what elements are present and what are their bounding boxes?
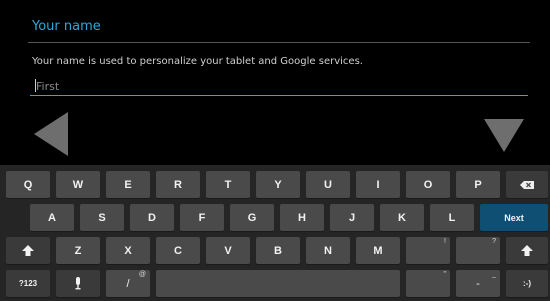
apostrophe-key-hint: " [443, 271, 447, 278]
left-triangle-arrow-icon [34, 112, 68, 156]
key-e[interactable]: E [106, 171, 150, 198]
key-i[interactable]: I [356, 171, 400, 198]
first-name-field[interactable] [30, 76, 528, 96]
field-underline [30, 95, 528, 96]
smiley-key[interactable]: :-) [506, 270, 548, 297]
space-bar[interactable] [156, 270, 400, 297]
key-a[interactable]: A [30, 204, 74, 231]
setup-panel: Your name Your name is used to personali… [0, 0, 550, 165]
symbols-key[interactable]: ?123 [6, 270, 50, 297]
key-s[interactable]: S [80, 204, 124, 231]
shift-key-right[interactable] [506, 237, 548, 264]
next-key[interactable]: Next [480, 204, 548, 231]
key-l[interactable]: L [430, 204, 474, 231]
key-r[interactable]: R [156, 171, 200, 198]
comma-key-hint: ! [444, 238, 446, 245]
slash-key-hint: @ [138, 271, 146, 278]
shift-up-arrow-icon [22, 245, 34, 256]
apostrophe-key[interactable]: " [406, 270, 450, 297]
key-n[interactable]: N [306, 237, 350, 264]
page-title: Your name [32, 19, 101, 34]
key-p[interactable]: P [456, 171, 500, 198]
key-w[interactable]: W [56, 171, 100, 198]
key-c[interactable]: C [156, 237, 200, 264]
hide-keyboard-button[interactable] [482, 117, 526, 153]
down-triangle-arrow-icon [484, 119, 524, 152]
key-q[interactable]: Q [6, 171, 50, 198]
comma-key[interactable]: ! [406, 237, 450, 264]
delete-key[interactable] [506, 171, 548, 198]
key-g[interactable]: G [230, 204, 274, 231]
shift-key-left[interactable] [6, 237, 50, 264]
key-t[interactable]: T [206, 171, 250, 198]
microphone-icon [75, 277, 81, 290]
backspace-icon [520, 180, 534, 189]
key-k[interactable]: K [380, 204, 424, 231]
voice-input-key[interactable] [56, 270, 100, 297]
on-screen-keyboard: Q W E R T Y U I O P A S D F G H J K L Ne… [0, 165, 550, 301]
dash-key[interactable]: - _ [456, 270, 500, 297]
key-x[interactable]: X [106, 237, 150, 264]
key-v[interactable]: V [206, 237, 250, 264]
slash-key[interactable]: / @ [106, 270, 150, 297]
key-f[interactable]: F [180, 204, 224, 231]
text-caret [35, 79, 36, 92]
title-divider [28, 42, 530, 43]
key-h[interactable]: H [280, 204, 324, 231]
first-name-input[interactable] [36, 79, 336, 93]
key-b[interactable]: B [256, 237, 300, 264]
back-button[interactable] [30, 112, 70, 156]
period-key-hint: ? [492, 238, 496, 245]
dash-key-hint: _ [492, 271, 496, 278]
key-o[interactable]: O [406, 171, 450, 198]
key-z[interactable]: Z [56, 237, 100, 264]
dash-key-label: - [476, 277, 480, 290]
key-u[interactable]: U [306, 171, 350, 198]
key-m[interactable]: M [356, 237, 400, 264]
key-y[interactable]: Y [256, 171, 300, 198]
key-j[interactable]: J [330, 204, 374, 231]
period-key[interactable]: ? [456, 237, 500, 264]
key-d[interactable]: D [130, 204, 174, 231]
description-text: Your name is used to personalize your ta… [32, 56, 363, 67]
slash-key-label: / [126, 277, 130, 290]
shift-up-arrow-icon [521, 245, 533, 256]
